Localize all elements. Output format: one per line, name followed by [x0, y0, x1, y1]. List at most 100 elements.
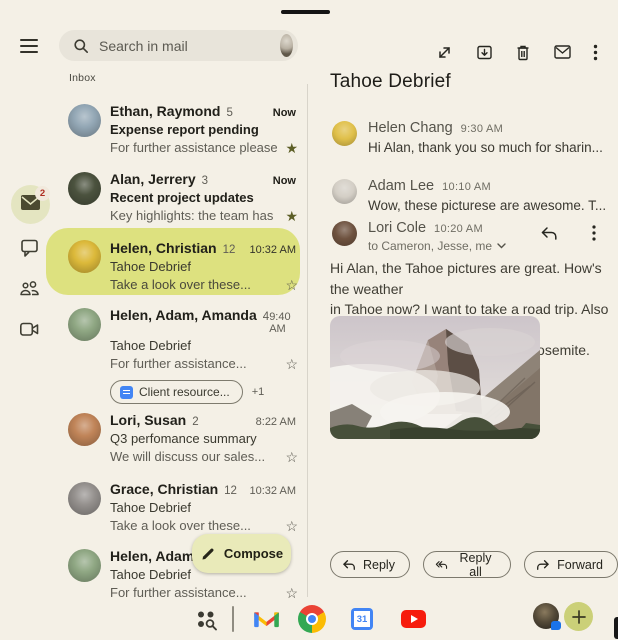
message-sender: Adam Lee — [368, 178, 434, 194]
delete-icon[interactable] — [515, 44, 531, 61]
subject: Tahoe Debrief — [110, 338, 298, 353]
preview: We will discuss our sales... — [110, 449, 277, 464]
calendar-app-icon[interactable]: 31 — [351, 608, 373, 630]
subject: Tahoe Debrief — [110, 259, 298, 274]
message-actions — [540, 225, 596, 241]
star-outline-icon[interactable]: ☆ — [285, 357, 298, 371]
subject: Expense report pending — [110, 122, 298, 137]
thread-toolbar — [436, 42, 598, 62]
sender-names: Ethan, Raymond — [110, 103, 220, 119]
pencil-icon — [200, 546, 216, 562]
sender-names: Alan, Jerrery — [110, 171, 196, 187]
star-outline-icon[interactable]: ☆ — [285, 278, 298, 292]
sender-names: Helen, Christian — [110, 240, 217, 256]
message-avatar — [332, 221, 357, 246]
thread-count: 5 — [226, 107, 232, 119]
reply-all-button[interactable]: Reply all — [423, 551, 511, 578]
preview: For further assistance... — [110, 356, 277, 371]
thread-title: Tahoe Debrief — [330, 71, 451, 93]
sender-names: Lori, Susan — [110, 412, 186, 428]
message-time: 9:30 AM — [461, 123, 503, 135]
message-preview: Wow, these picturese are awesome. T... — [368, 198, 606, 213]
attachment-chip[interactable]: Client resource... — [110, 380, 243, 404]
youtube-app-icon[interactable] — [401, 610, 426, 628]
sender-names: Grace, Christian — [110, 481, 218, 497]
preview: Key highlights: the team has a... — [110, 208, 277, 223]
search-bar[interactable] — [59, 30, 298, 61]
preview: For further assistance... — [110, 585, 277, 600]
reply-icon[interactable] — [540, 226, 558, 241]
compose-label: Compose — [224, 546, 283, 561]
archive-icon[interactable] — [476, 44, 493, 61]
reply-button[interactable]: Reply — [330, 551, 410, 578]
star-outline-icon[interactable]: ☆ — [285, 586, 298, 600]
screen-edge-element — [614, 617, 618, 639]
chrome-app-icon[interactable] — [298, 605, 326, 633]
email-list-item[interactable]: Ethan, Raymond5Now Expense report pendin… — [46, 97, 298, 155]
message-time: 10:10 AM — [442, 181, 491, 193]
star-outline-icon[interactable]: ☆ — [285, 450, 298, 464]
meet-icon[interactable] — [20, 322, 39, 342]
email-list-item-selected[interactable]: Helen, Christian1210:32 AM Tahoe Debrief… — [46, 236, 298, 292]
star-filled-icon[interactable]: ★ — [285, 209, 298, 223]
recipients-row[interactable]: to Cameron, Jesse, me — [368, 239, 506, 253]
message-avatar — [332, 179, 357, 204]
message-preview: Hi Alan, thank you so much for sharin... — [368, 140, 603, 155]
more-options-icon[interactable] — [593, 44, 598, 61]
app-search-icon[interactable] — [193, 606, 220, 638]
reply-all-icon — [435, 559, 448, 571]
forward-button[interactable]: Forward — [524, 551, 618, 578]
forward-icon — [536, 559, 550, 571]
plus-icon — [572, 610, 586, 624]
email-list-item[interactable]: Helen, Adam, Amanda49:40 AM Tahoe Debrie… — [46, 303, 298, 404]
sender-avatar — [68, 482, 101, 515]
calendar-day: 31 — [354, 611, 370, 627]
spaces-icon[interactable] — [19, 280, 40, 302]
camera-notch — [281, 10, 330, 14]
expand-icon[interactable] — [436, 44, 453, 61]
timestamp: Now — [273, 175, 298, 187]
message-expanded-header[interactable]: Lori Cole 10:20 AM to Cameron, Jesse, me — [332, 220, 506, 253]
user-avatar[interactable] — [533, 603, 559, 629]
email-list-item[interactable]: Lori, Susan28:22 AM Q3 perfomance summar… — [46, 406, 298, 464]
sender-avatar — [68, 549, 101, 582]
star-outline-icon[interactable]: ☆ — [285, 519, 298, 533]
mark-unread-icon[interactable] — [554, 45, 571, 59]
timestamp: 8:22 AM — [256, 416, 298, 428]
subject: Q3 perfomance summary — [110, 431, 298, 446]
document-icon — [120, 386, 133, 399]
add-button[interactable] — [564, 602, 593, 631]
inbox-label: Inbox — [69, 72, 96, 84]
yosemite-photo-attachment[interactable] — [330, 316, 540, 439]
message-collapsed[interactable]: Helen Chang9:30 AM Hi Alan, thank you so… — [332, 120, 603, 155]
preview: Take a look over these... — [110, 277, 277, 292]
preview: For further assistance please... — [110, 140, 277, 155]
message-time: 10:20 AM — [434, 223, 483, 235]
timestamp: 10:32 AM — [250, 244, 298, 256]
sender-avatar — [68, 172, 101, 205]
sender-avatar — [68, 240, 101, 273]
tablet-screen: 2 Inbox Ethan, Raymond5Now Expense repor… — [0, 0, 618, 640]
thread-reply-actions: Reply Reply all Forward — [330, 551, 618, 578]
sender-avatar — [68, 104, 101, 137]
timestamp: 9:40 AM — [269, 311, 298, 335]
message-avatar — [332, 121, 357, 146]
more-options-icon[interactable] — [592, 225, 596, 241]
taskbar-divider — [232, 606, 234, 632]
notification-badge — [551, 621, 561, 630]
gmail-app-icon[interactable] — [254, 610, 279, 634]
search-icon — [73, 38, 89, 54]
message-sender: Lori Cole — [368, 220, 426, 236]
search-input[interactable] — [99, 38, 280, 54]
preview: Take a look over these... — [110, 518, 277, 533]
menu-icon[interactable] — [20, 39, 38, 53]
thread-count: 3 — [202, 175, 208, 187]
account-avatar[interactable] — [280, 34, 293, 57]
email-list-item[interactable]: Grace, Christian1210:32 AM Tahoe Debrief… — [46, 475, 298, 533]
message-collapsed[interactable]: Adam Lee 10:10 AM Wow, these picturese ar… — [332, 178, 606, 213]
compose-button[interactable]: Compose — [192, 534, 291, 573]
reply-icon — [342, 559, 356, 571]
email-list-item[interactable]: Alan, Jerrery3Now Recent project updates… — [46, 165, 298, 223]
star-filled-icon[interactable]: ★ — [285, 141, 298, 155]
chat-icon[interactable] — [21, 239, 39, 262]
